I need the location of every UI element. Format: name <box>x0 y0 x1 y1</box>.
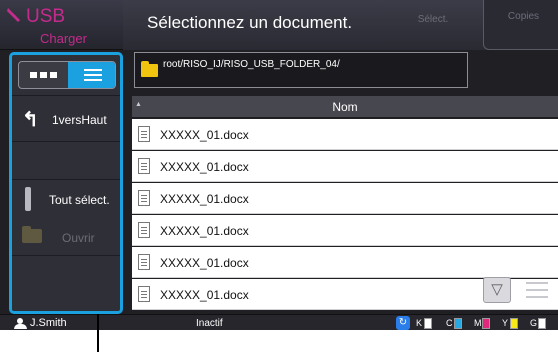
header: Sélectionnez un document. Sélect. Copies <box>123 0 558 50</box>
divider <box>12 141 120 142</box>
document-icon <box>138 126 150 142</box>
column-header-label: Nom <box>332 100 358 114</box>
divider <box>12 255 120 256</box>
usb-load-screen: USB Charger Sélectionnez un document. Sé… <box>0 0 558 330</box>
document-icon <box>138 222 150 238</box>
machine-status: Inactif <box>196 318 223 329</box>
divider <box>12 95 120 96</box>
app-title: USB <box>26 6 66 27</box>
divider <box>12 179 120 180</box>
document-icon <box>138 286 150 302</box>
select-all-button[interactable]: Tout sélect. <box>12 185 120 215</box>
table-row[interactable]: XXXXX_01.docx <box>132 183 558 214</box>
status-bar: J.Smith Inactif ↻ K C M Y G <box>0 314 558 330</box>
column-header-name[interactable]: ▲ Nom <box>132 96 558 118</box>
file-name: XXXXX_01.docx <box>160 224 249 238</box>
table-row[interactable]: XXXXX_01.docx <box>132 119 558 150</box>
header-message: Sélectionnez un document. <box>147 13 353 32</box>
select-all-icon <box>25 187 31 211</box>
file-name: XXXXX_01.docx <box>160 128 249 142</box>
table-row[interactable]: XXXXX_01.docx <box>132 151 558 182</box>
tab-select[interactable]: Sélect. <box>373 4 493 44</box>
tab-copies[interactable]: Copies <box>483 0 558 50</box>
left-panel: ↰ 1versHaut Tout sélect. Ouvrir <box>9 52 123 314</box>
up-label: 1versHaut <box>52 113 107 127</box>
file-name: XXXXX_01.docx <box>160 192 249 206</box>
path-text: root/RISO_IJ/RISO_USB_FOLDER_04/ <box>163 59 340 70</box>
list-view-icon[interactable] <box>68 62 115 88</box>
callout-pointer-line <box>97 314 99 352</box>
table-row[interactable]: XXXXX_01.docx <box>132 247 558 278</box>
user-name[interactable]: J.Smith <box>30 317 67 329</box>
document-icon <box>138 158 150 174</box>
scroll-down-button[interactable]: ▽ <box>483 277 511 303</box>
app-subtitle: Charger <box>40 31 87 46</box>
thumbnail-view-icon[interactable] <box>19 62 68 88</box>
scrollbar-handle-icon[interactable] <box>524 277 550 303</box>
app-tile[interactable]: USB Charger <box>0 0 123 50</box>
path-bar[interactable]: root/RISO_IJ/RISO_USB_FOLDER_04/ <box>134 52 468 88</box>
open-button[interactable]: Ouvrir <box>12 223 120 253</box>
open-label: Ouvrir <box>62 231 95 245</box>
usb-icon <box>7 8 20 22</box>
up-button[interactable]: ↰ 1versHaut <box>12 99 120 139</box>
folder-icon <box>141 61 158 77</box>
document-icon <box>138 190 150 206</box>
refresh-icon[interactable]: ↻ <box>396 316 410 330</box>
file-name: XXXXX_01.docx <box>160 256 249 270</box>
file-name: XXXXX_01.docx <box>160 288 249 302</box>
document-icon <box>138 254 150 270</box>
select-all-label: Tout sélect. <box>49 193 110 207</box>
table-row[interactable]: XXXXX_01.docx <box>132 215 558 246</box>
file-name: XXXXX_01.docx <box>160 160 249 174</box>
up-arrow-icon: ↰ <box>22 109 39 131</box>
user-icon <box>14 318 27 329</box>
view-toggle <box>18 61 116 89</box>
folder-icon <box>22 226 42 243</box>
